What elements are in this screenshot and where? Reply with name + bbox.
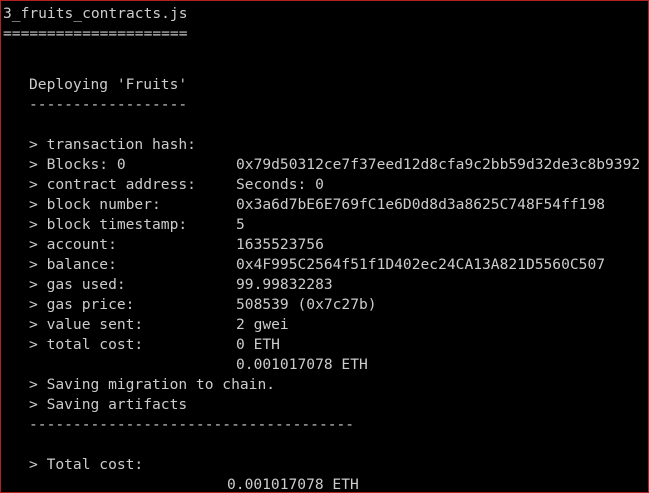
detail-row: > contract address: 0x3a6d7bE6E769fC1e6D…: [29, 155, 648, 213]
detail-row: > balance: 99.99832283: [29, 235, 648, 293]
file-heading: 3_fruits_contracts.js: [3, 5, 188, 22]
detail-row: > block timestamp: 1635523756: [29, 195, 648, 253]
detail-row: > gas used: 508539 (0x7c27b): [29, 255, 648, 313]
detail-row: > total cost: 0.001017078 ETH: [29, 315, 648, 373]
summary-label: > Total cost:: [29, 456, 144, 473]
detail-value: 0 ETH: [236, 336, 280, 353]
deploying-title: Deploying 'Fruits': [29, 76, 188, 93]
summary-row: > Total cost: 0.001017078 ETH: [29, 435, 648, 492]
summary-value: 0.001017078 ETH: [227, 476, 359, 493]
saving-migration-text: > Saving migration to chain.: [29, 376, 276, 393]
deploying-underline: ------------------: [29, 96, 188, 113]
file-heading-underline: =====================: [3, 25, 188, 42]
detail-row: > block number: 5: [29, 175, 648, 233]
detail-row: > account: 0x4F995C2564f51f1D402ec24CA13…: [29, 215, 648, 273]
detail-value: 0.001017078 ETH: [236, 356, 368, 373]
detail-row: > transaction hash: 0x79d50312ce7f37eed1…: [29, 115, 648, 173]
saving-artifacts-text: > Saving artifacts: [29, 396, 188, 413]
detail-label: > total cost:: [29, 336, 144, 353]
detail-row: > value sent: 0 ETH: [29, 295, 648, 353]
terminal-window: 3_fruits_contracts.js ==================…: [0, 0, 649, 493]
detail-row: > gas price: 2 gwei: [29, 275, 648, 333]
detail-row: > Blocks: 0 Seconds: 0: [29, 135, 648, 193]
summary-underline: -------------------------------------: [29, 416, 355, 433]
